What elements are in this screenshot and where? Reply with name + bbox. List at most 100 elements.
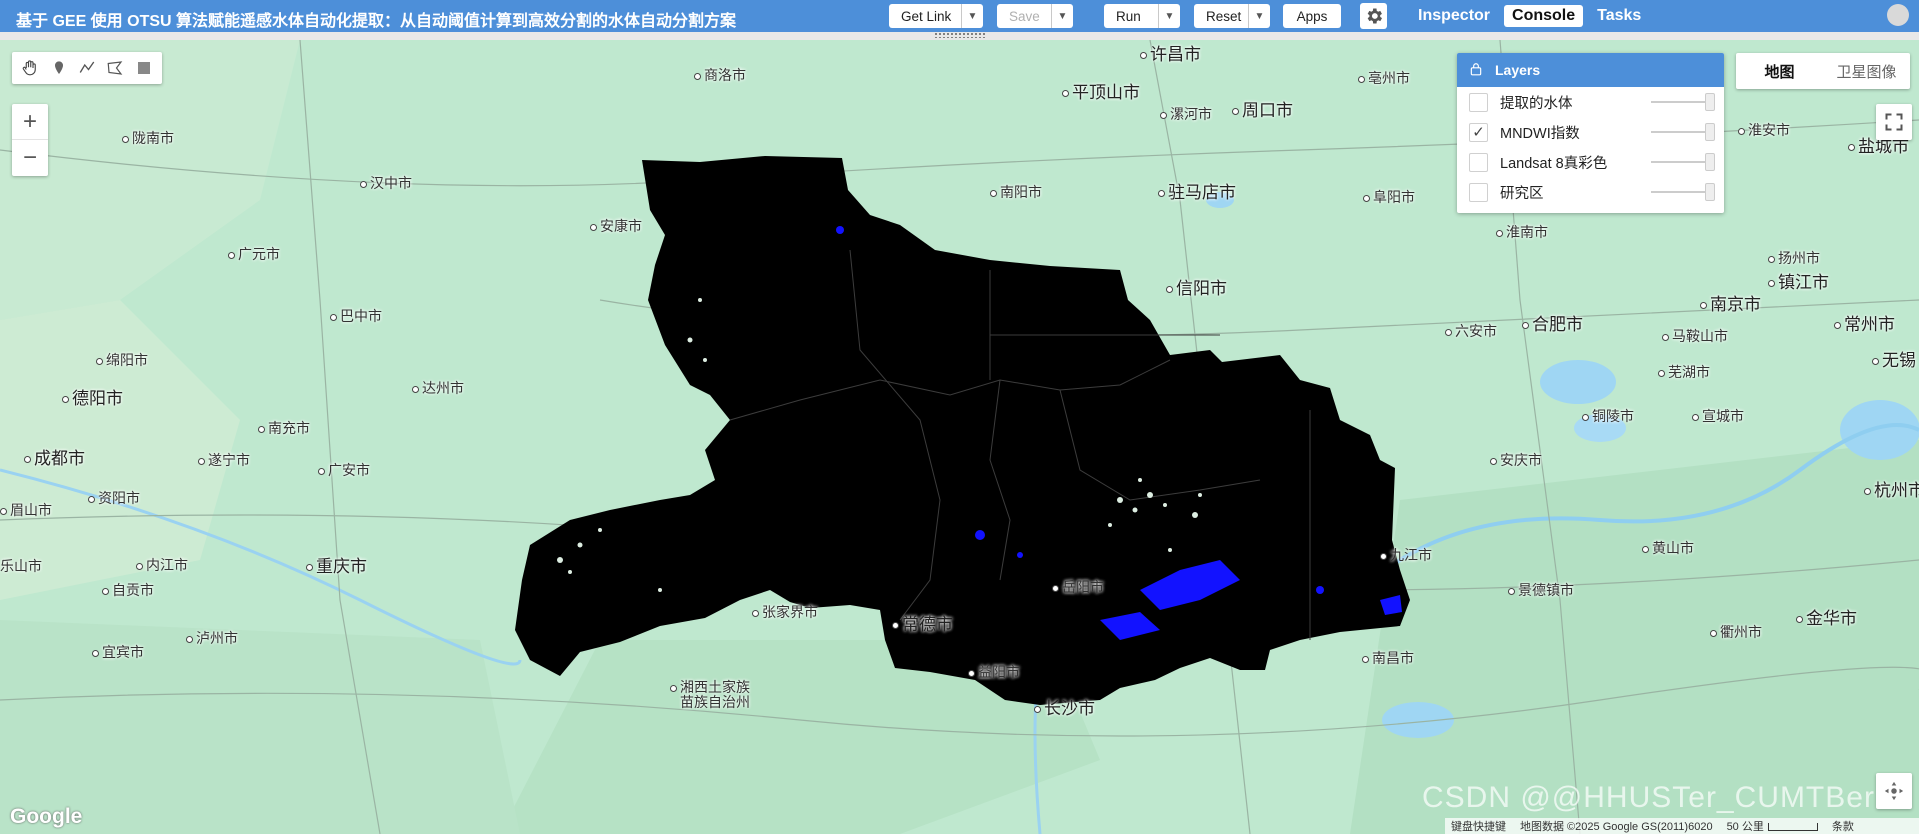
opacity-slider-water[interactable] bbox=[1651, 93, 1715, 111]
map-label-nanchong: 南充市 bbox=[258, 418, 310, 438]
map-label-xuancheng: 宣城市 bbox=[1692, 406, 1744, 426]
settings-gear-icon[interactable] bbox=[1360, 3, 1387, 29]
draw-line-icon[interactable] bbox=[75, 56, 99, 80]
map-label-fuyang: 阜阳市 bbox=[1363, 187, 1415, 207]
map-label-changde: 常德市 bbox=[892, 610, 953, 635]
profile-avatar[interactable] bbox=[1887, 4, 1909, 26]
map-label-longnan: 陇南市 bbox=[122, 128, 174, 148]
map-label-leshan: 乐山市 bbox=[0, 558, 42, 574]
zoom-out-button[interactable]: − bbox=[12, 140, 48, 176]
layer-row-landsat[interactable]: Landsat 8真彩色 bbox=[1457, 147, 1724, 177]
opacity-slider-landsat[interactable] bbox=[1651, 153, 1715, 171]
terms-link[interactable]: 条款 bbox=[1832, 818, 1854, 834]
get-link-caret-icon[interactable]: ▼ bbox=[961, 4, 983, 28]
right-panel-tabs: Inspector Console Tasks bbox=[1410, 0, 1649, 32]
reset-button[interactable]: Reset ▼ bbox=[1194, 4, 1270, 28]
get-link-button[interactable]: Get Link ▼ bbox=[889, 4, 983, 28]
map-label-nanjing: 南京市 bbox=[1700, 290, 1761, 315]
drawing-tools bbox=[12, 52, 162, 84]
map-label-xuchang: 许昌市 bbox=[1140, 40, 1201, 65]
layer-row-mndwi[interactable]: ✓ MNDWI指数 bbox=[1457, 117, 1724, 147]
map-label-jinhua: 金华市 bbox=[1796, 604, 1857, 629]
layers-title: Layers bbox=[1495, 62, 1541, 78]
map-label-huainan: 淮南市 bbox=[1496, 222, 1548, 242]
scale-bar: 50 公里 bbox=[1727, 818, 1818, 834]
map-label-dazhou: 达州市 bbox=[412, 378, 464, 398]
map-label-yueyang: 岳阳市 bbox=[1052, 577, 1104, 597]
map-label-jiujiang: 九江市 bbox=[1380, 545, 1432, 565]
map-label-ankang: 安康市 bbox=[590, 216, 642, 236]
map-label-maanshan: 马鞍山市 bbox=[1662, 326, 1728, 346]
map-label-tongling: 铜陵市 bbox=[1582, 406, 1634, 426]
map-label-suining: 遂宁市 bbox=[198, 450, 250, 470]
layer-row-water[interactable]: 提取的水体 bbox=[1457, 87, 1724, 117]
map-label-nanyang: 南阳市 bbox=[990, 182, 1042, 202]
reset-caret-icon[interactable]: ▼ bbox=[1248, 4, 1270, 28]
map-label-zhangjiajie: 张家界市 bbox=[752, 602, 818, 622]
map-label-nanchang: 南昌市 bbox=[1362, 648, 1414, 668]
zoom-control: + − bbox=[12, 104, 48, 176]
save-button[interactable]: Save ▼ bbox=[997, 4, 1073, 28]
hand-pan-icon[interactable] bbox=[18, 56, 42, 80]
lock-icon[interactable] bbox=[1469, 61, 1483, 80]
csdn-watermark: CSDN @@HHUSTer_CUMTBer bbox=[1422, 781, 1875, 814]
map-label-jingdezhen: 景德镇市 bbox=[1508, 580, 1574, 600]
map-label-luan: 六安市 bbox=[1445, 321, 1497, 341]
tab-inspector[interactable]: Inspector bbox=[1410, 5, 1498, 27]
map-label-bozhou: 亳州市 bbox=[1358, 68, 1410, 88]
run-label: Run bbox=[1116, 8, 1141, 24]
layer-checkbox-study-area[interactable] bbox=[1469, 182, 1488, 202]
map-label-meishan: 眉山市 bbox=[0, 500, 52, 520]
keyboard-shortcuts-link[interactable]: 键盘快捷键 bbox=[1451, 818, 1506, 834]
map-label-mianyang: 绵阳市 bbox=[96, 350, 148, 370]
map-attribution: 键盘快捷键 地图数据 ©2025 Google GS(2011)6020 50 … bbox=[1445, 818, 1919, 834]
map-type-roadmap[interactable]: 地图 bbox=[1736, 53, 1823, 89]
save-caret-icon[interactable]: ▼ bbox=[1051, 4, 1073, 28]
draw-shape-icon[interactable] bbox=[103, 56, 127, 80]
map-data-credit: 地图数据 ©2025 Google GS(2011)6020 bbox=[1520, 821, 1713, 833]
layer-row-study-area[interactable]: 研究区 bbox=[1457, 177, 1724, 207]
layer-checkbox-landsat[interactable] bbox=[1469, 152, 1488, 172]
get-link-label: Get Link bbox=[901, 8, 952, 24]
apps-button[interactable]: Apps bbox=[1283, 4, 1341, 28]
layer-checkbox-mndwi[interactable]: ✓ bbox=[1469, 122, 1488, 142]
map-label-bazhong: 巴中市 bbox=[330, 306, 382, 326]
map-label-yibin: 宜宾市 bbox=[92, 642, 144, 662]
panel-resize-handle[interactable] bbox=[934, 32, 986, 38]
map-label-hanzhong: 汉中市 bbox=[360, 173, 412, 193]
save-label: Save bbox=[1009, 8, 1040, 24]
google-logo: Google bbox=[10, 805, 83, 828]
map-label-chongqing: 重庆市 bbox=[306, 552, 367, 577]
map-label-yiyang: 益阳市 bbox=[968, 662, 1020, 682]
map-type-satellite[interactable]: 卫星图像 bbox=[1823, 53, 1910, 89]
fullscreen-icon[interactable] bbox=[1876, 104, 1912, 140]
opacity-slider-mndwi[interactable] bbox=[1651, 123, 1715, 141]
draw-rectangle-icon[interactable] bbox=[132, 56, 156, 80]
opacity-slider-study-area[interactable] bbox=[1651, 183, 1715, 201]
map-label-ziyang: 资阳市 bbox=[88, 488, 140, 508]
layer-label-study-area: 研究区 bbox=[1500, 185, 1544, 202]
map-label-guangyuan: 广元市 bbox=[228, 244, 280, 264]
map-label-huaian: 淮安市 bbox=[1738, 120, 1790, 140]
recenter-pan-icon[interactable] bbox=[1876, 773, 1912, 809]
map-label-luohe: 漯河市 bbox=[1160, 104, 1212, 124]
map-label-changzhou: 常州市 bbox=[1834, 310, 1895, 335]
map-label-xiangxi-2: 苗族自治州 bbox=[680, 694, 750, 710]
top-bar: 基于 GEE 使用 OTSU 算法赋能遥感水体自动化提取：从自动阈值计算到高效分… bbox=[0, 0, 1919, 32]
run-button[interactable]: Run ▼ bbox=[1104, 4, 1180, 28]
map-label-yangzhou: 扬州市 bbox=[1768, 248, 1820, 268]
zoom-in-button[interactable]: + bbox=[12, 104, 48, 140]
tab-tasks[interactable]: Tasks bbox=[1589, 5, 1649, 27]
run-caret-icon[interactable]: ▼ bbox=[1158, 4, 1180, 28]
layers-header[interactable]: Layers bbox=[1457, 53, 1724, 87]
layer-checkbox-water[interactable] bbox=[1469, 92, 1488, 112]
add-marker-icon[interactable] bbox=[47, 56, 71, 80]
layer-label-mndwi: MNDWI指数 bbox=[1500, 125, 1580, 142]
layers-panel: Layers 提取的水体 ✓ MNDWI指数 Landsat 8真彩色 研究区 bbox=[1457, 53, 1724, 213]
layer-label-landsat: Landsat 8真彩色 bbox=[1500, 155, 1608, 172]
tab-console[interactable]: Console bbox=[1504, 5, 1584, 27]
map-label-wuxi: 无锡 bbox=[1872, 346, 1916, 371]
map-label-anqing: 安庆市 bbox=[1490, 450, 1542, 470]
map-type-toggle: 地图 卫星图像 bbox=[1736, 53, 1910, 89]
map-label-deyang: 德阳市 bbox=[62, 384, 123, 409]
